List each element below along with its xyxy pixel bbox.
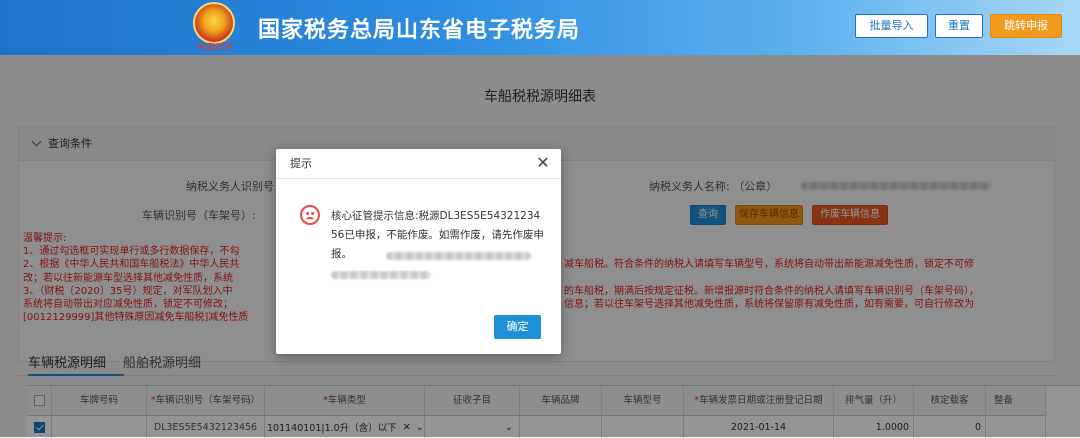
redacted-text: [386, 252, 531, 260]
confirm-button[interactable]: 确定: [494, 315, 541, 339]
dialog-title: 提示: [276, 149, 561, 179]
notice-dialog: 提示 ✕ 核心征管提示信息:税源DL3ES5E5432123456已申报，不能作…: [276, 149, 561, 354]
sad-face-icon: [300, 205, 320, 225]
emblem-caption: 中国税务: [196, 43, 233, 53]
tax-emblem-icon: [193, 2, 235, 44]
app-header: 中国税务 国家税务总局山东省电子税务局 批量导入 重置 跳转申报: [0, 0, 1080, 55]
reset-button[interactable]: 重置: [935, 14, 983, 38]
site-title: 国家税务总局山东省电子税务局: [258, 18, 581, 43]
close-icon[interactable]: ✕: [535, 155, 551, 171]
redacted-text: [331, 271, 431, 279]
jump-declare-button[interactable]: 跳转申报: [990, 14, 1062, 38]
batch-import-button[interactable]: 批量导入: [855, 14, 928, 38]
